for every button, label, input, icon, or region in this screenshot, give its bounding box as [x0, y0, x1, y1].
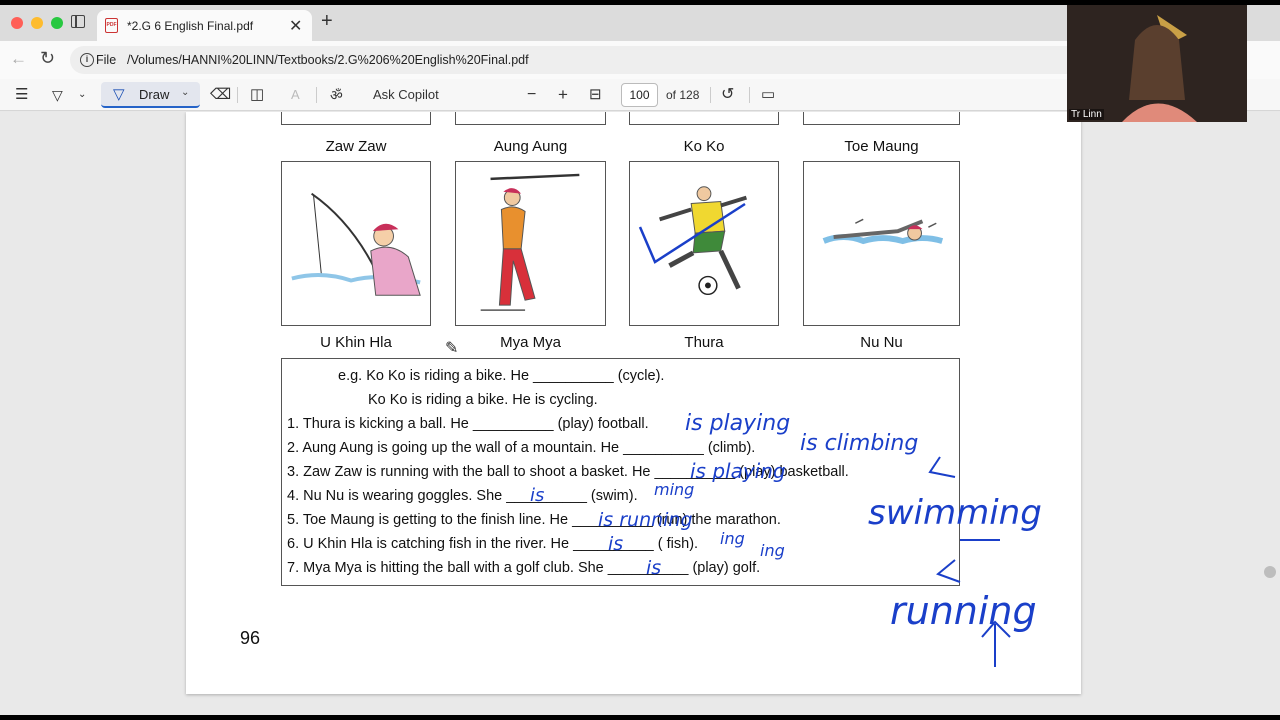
- example-answer: Ko Ko is riding a bike. He is cycling.: [368, 392, 598, 408]
- pen-icon: ▽: [113, 86, 125, 103]
- fit-width-icon[interactable]: ⊟: [589, 79, 602, 111]
- address-bar[interactable]: i File /Volumes/HANNI%20LINN/Textbooks/2…: [70, 46, 1080, 74]
- caption-name: Zaw Zaw: [325, 138, 387, 155]
- ask-copilot-button[interactable]: Ask Copilot: [373, 79, 439, 111]
- close-window-button[interactable]: [11, 17, 23, 29]
- webcam-name-label: Tr Linn: [1069, 109, 1104, 120]
- page-view-icon[interactable]: ▭: [761, 79, 775, 111]
- fishing-illustration: [281, 161, 431, 326]
- caption-name: Aung Aung: [493, 138, 568, 155]
- tab-actions-icon[interactable]: [71, 15, 85, 28]
- football-illustration: [629, 161, 779, 326]
- draw-button[interactable]: ▽ Draw ⌄: [101, 82, 200, 108]
- caption-name: Toe Maung: [844, 138, 919, 155]
- exercise-item: 2. Aung Aung is going up the wall of a m…: [287, 440, 756, 456]
- scrollbar-thumb[interactable]: [1264, 566, 1276, 578]
- draw-label: Draw: [139, 87, 170, 102]
- golf-illustration: [455, 161, 606, 326]
- presenter-video: [1067, 5, 1247, 122]
- page-number: 96: [240, 628, 261, 648]
- exercise-item: 7. Mya Mya is hitting the ball with a go…: [287, 560, 761, 576]
- picture-frame: [803, 112, 960, 125]
- new-tab-button[interactable]: +: [321, 10, 333, 33]
- swimming-illustration: [803, 161, 960, 326]
- eraser-icon[interactable]: ⌫: [210, 79, 231, 111]
- exercise-item: 1. Thura is kicking a ball. He _________…: [287, 416, 649, 432]
- exercise-item: 3. Zaw Zaw is running with the ball to s…: [287, 464, 849, 480]
- zoom-in-button[interactable]: +: [558, 79, 568, 111]
- highlight-icon[interactable]: ▽: [52, 79, 63, 111]
- divider: [237, 87, 238, 103]
- divider: [749, 87, 750, 103]
- example-line: e.g. Ko Ko is riding a bike. He ________…: [338, 368, 665, 384]
- exercise-item: 5. Toe Maung is getting to the finish li…: [287, 512, 781, 528]
- pdf-page: Zaw Zaw Aung Aung Ko Ko Toe Maung U Khin…: [186, 112, 1081, 694]
- divider: [710, 87, 711, 103]
- caption-name: Nu Nu: [860, 334, 903, 351]
- pdf-viewer[interactable]: Zaw Zaw Aung Aung Ko Ko Toe Maung U Khin…: [0, 112, 1280, 715]
- divider: [316, 87, 317, 103]
- tab-pdf[interactable]: PDF *2.G 6 English Final.pdf ✕: [97, 10, 312, 41]
- read-aloud-icon[interactable]: ॐ: [330, 79, 343, 111]
- tab-title: *2.G 6 English Final.pdf: [127, 19, 254, 33]
- exercise-box: e.g. Ko Ko is riding a bike. He ________…: [281, 358, 960, 586]
- close-tab-button[interactable]: ✕: [289, 16, 302, 36]
- chevron-down-icon[interactable]: ⌄: [78, 79, 86, 111]
- caption-name: U Khin Hla: [320, 334, 392, 351]
- url-scheme-label: File: [96, 53, 117, 67]
- text-format-icon: A: [291, 87, 300, 102]
- rotate-icon[interactable]: ↺: [721, 79, 734, 111]
- text-box-icon[interactable]: ◫: [250, 79, 264, 111]
- exercise-item: 4. Nu Nu is wearing goggles. She _______…: [287, 488, 638, 504]
- maximize-window-button[interactable]: [51, 17, 63, 29]
- webcam-overlay: Tr Linn: [1067, 5, 1247, 122]
- pdf-icon: PDF: [105, 18, 118, 33]
- minimize-window-button[interactable]: [31, 17, 43, 29]
- pen-cursor-icon: ✎: [445, 340, 459, 357]
- reload-icon[interactable]: ↻: [40, 48, 55, 69]
- caption-name: Ko Ko: [683, 138, 725, 155]
- picture-frame: [455, 112, 606, 125]
- picture-frame: [281, 112, 431, 125]
- picture-frame: [629, 112, 779, 125]
- url-text[interactable]: /Volumes/HANNI%20LINN/Textbooks/2.G%206%…: [127, 53, 529, 67]
- info-icon[interactable]: i: [80, 53, 94, 67]
- chevron-down-icon[interactable]: ⌄: [181, 87, 189, 98]
- contents-list-icon[interactable]: ☰: [15, 79, 28, 111]
- page-number-input[interactable]: 100: [621, 83, 658, 107]
- caption-name: Mya Mya: [500, 334, 561, 351]
- zoom-out-button[interactable]: −: [527, 79, 536, 111]
- page-total: of 128: [666, 88, 700, 102]
- back-arrow-icon[interactable]: ←: [10, 49, 27, 69]
- caption-name: Thura: [684, 334, 724, 351]
- exercise-item: 6. U Khin Hla is catching fish in the ri…: [287, 536, 699, 552]
